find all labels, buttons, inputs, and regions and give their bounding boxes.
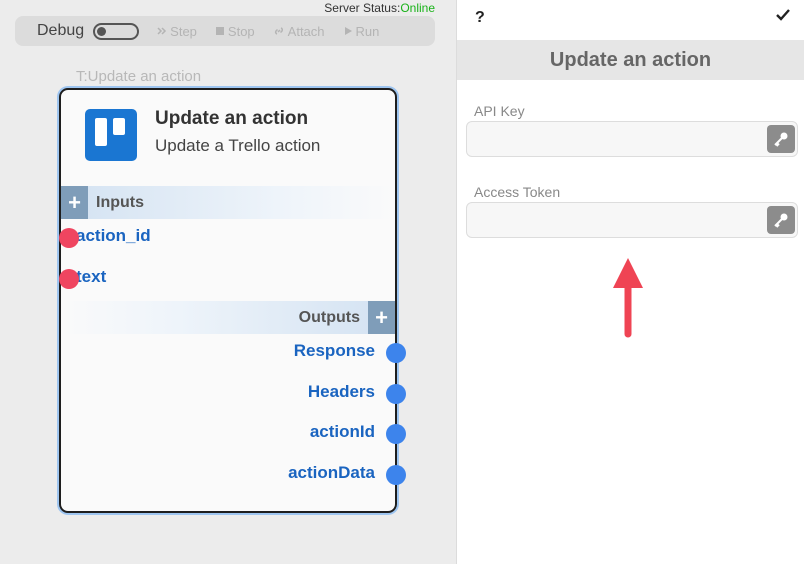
access-token-button[interactable] <box>767 206 795 234</box>
attach-button[interactable]: Attach <box>273 24 325 39</box>
output-label: actionData <box>288 463 375 482</box>
api-key-input[interactable] <box>467 122 797 156</box>
outputs-label: Outputs <box>298 309 360 326</box>
output-port-headers: Headers <box>307 382 406 404</box>
key-icon <box>774 213 788 228</box>
input-connector[interactable] <box>59 269 79 289</box>
inputs-section: + Inputs <box>61 186 395 219</box>
stop-label: Stop <box>227 23 255 39</box>
step-button[interactable]: Step <box>157 24 197 39</box>
output-label: Headers <box>307 382 375 401</box>
access-token-label: Access Token <box>474 184 561 200</box>
debug-label: Debug <box>37 22 85 39</box>
panel-title: Update an action <box>457 40 804 80</box>
node-title: Update an action <box>155 108 309 129</box>
toggle-knob <box>97 26 107 36</box>
trello-icon-bar-left <box>95 118 107 146</box>
input-label: action_id <box>76 226 151 245</box>
api-key-field <box>466 121 798 157</box>
output-port-actionid: actionId <box>309 422 406 444</box>
output-connector[interactable] <box>386 424 406 444</box>
api-key-button[interactable] <box>767 125 795 153</box>
debug-toggle[interactable] <box>93 22 140 40</box>
step-icon <box>157 27 167 35</box>
trello-node[interactable]: Update an action Update a Trello action … <box>59 88 406 513</box>
input-port-text: text <box>59 267 107 289</box>
output-connector[interactable] <box>386 343 406 363</box>
access-token-input[interactable] <box>467 203 797 237</box>
confirm-button[interactable] <box>776 8 790 26</box>
checkmark-icon <box>776 9 790 21</box>
stop-button[interactable]: Stop <box>215 24 255 39</box>
access-token-field <box>466 202 798 238</box>
inputs-label: Inputs <box>96 194 144 211</box>
attach-label: Attach <box>287 23 325 39</box>
link-icon <box>274 27 283 35</box>
output-port-response: Response <box>293 341 406 363</box>
stop-icon <box>215 27 224 35</box>
trello-icon <box>85 109 137 161</box>
server-status-label: Server Status: <box>324 1 401 15</box>
output-label: Response <box>293 341 375 360</box>
input-port-action-id: action_id <box>59 226 151 248</box>
key-icon <box>774 132 788 147</box>
input-connector[interactable] <box>59 228 79 248</box>
help-button[interactable]: ? <box>475 9 485 27</box>
flow-canvas[interactable]: Server Status:Online Debug Step Stop Att… <box>0 0 456 564</box>
api-key-label: API Key <box>474 103 525 119</box>
output-connector[interactable] <box>386 465 406 485</box>
output-connector[interactable] <box>386 384 406 404</box>
outputs-section: Outputs + <box>61 301 395 334</box>
add-input-button[interactable]: + <box>61 186 88 219</box>
trello-icon-bar-right <box>113 118 125 135</box>
debug-toolbar: Debug Step Stop Attach Run <box>15 16 435 46</box>
run-button[interactable]: Run <box>343 23 380 39</box>
server-status-value: Online <box>400 1 435 15</box>
output-port-actiondata: actionData <box>288 463 406 485</box>
server-status: Server Status:Online <box>324 1 435 15</box>
play-icon <box>344 27 352 35</box>
input-label: text <box>76 267 107 286</box>
annotation-arrow-icon <box>613 258 643 338</box>
node-subtitle: Update a Trello action <box>155 136 321 155</box>
node-caption: T:Update an action <box>76 68 202 85</box>
output-label: actionId <box>309 422 375 441</box>
run-label: Run <box>355 23 380 39</box>
step-label: Step <box>170 23 197 39</box>
add-output-button[interactable]: + <box>368 301 395 334</box>
